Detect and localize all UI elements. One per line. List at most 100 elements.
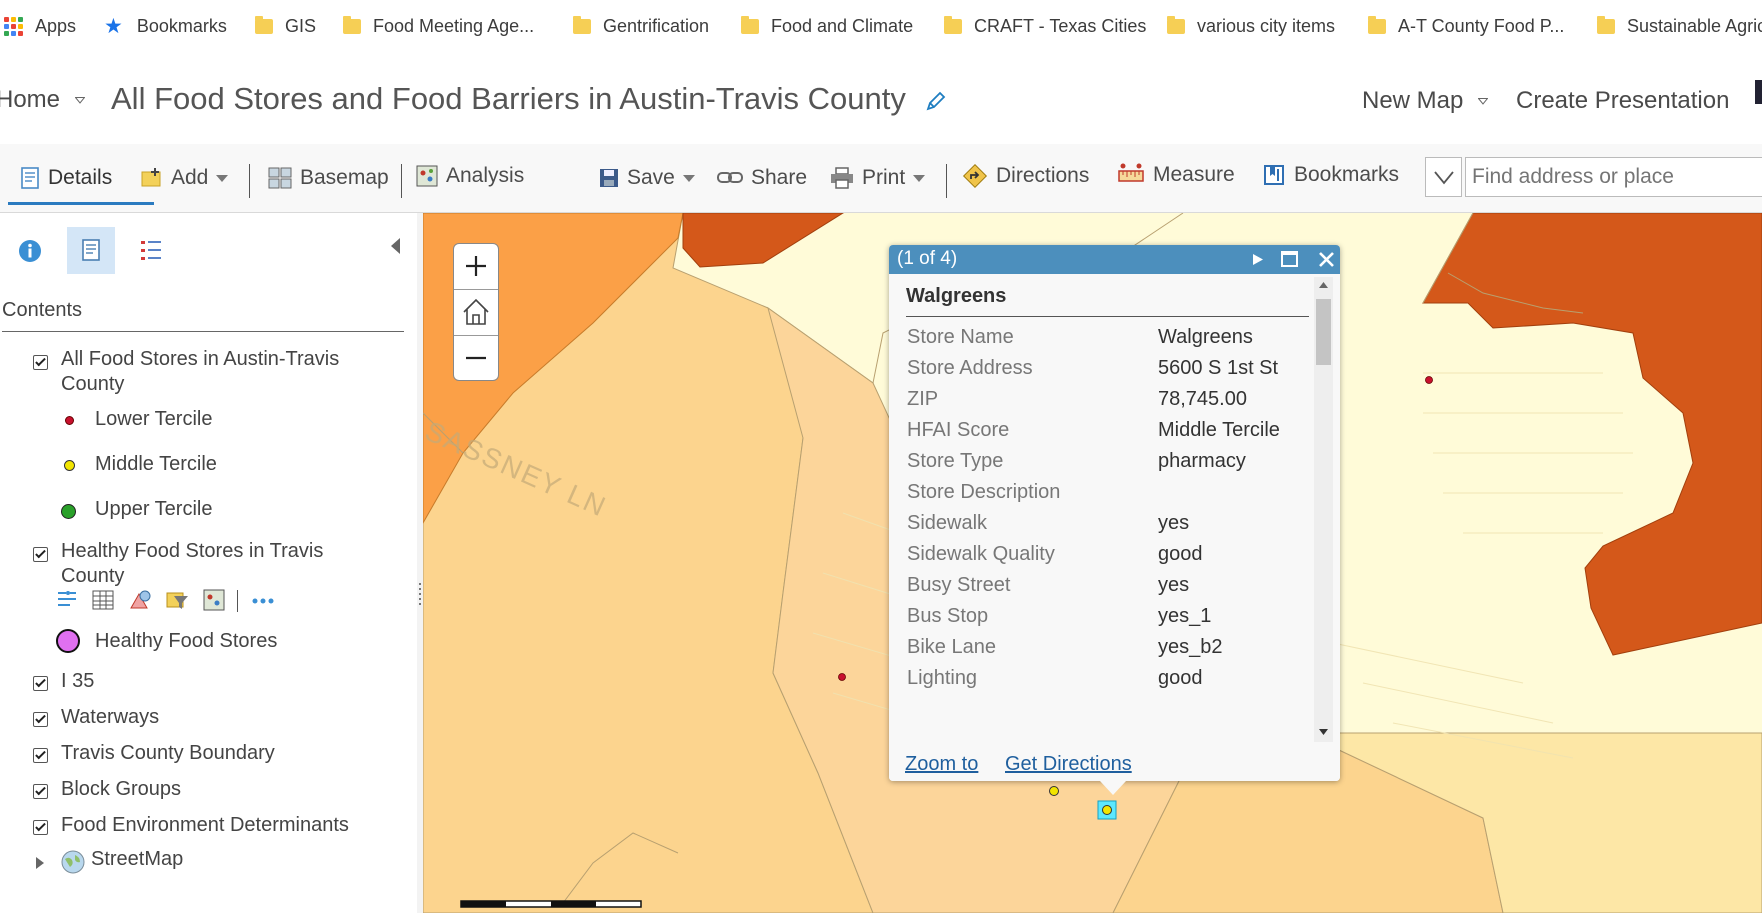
search-input[interactable] [1465,157,1762,197]
details-icon [21,167,39,189]
new-map-menu[interactable]: New Map [1362,87,1489,115]
create-presentation-link[interactable]: Create Presentation [1516,87,1729,115]
field-key: Sidewalk [907,512,988,534]
bookmark-folder-at-county[interactable]: A-T County Food P... [1368,14,1564,38]
field-value: good [1158,543,1203,565]
avatar[interactable] [1755,80,1762,104]
expand-arrow-icon[interactable] [35,856,45,870]
bookmark-folder-food-climate[interactable]: Food and Climate [741,14,913,38]
get-directions-link[interactable]: Get Directions [1005,753,1132,776]
layer-waterways[interactable]: Waterways [61,706,159,729]
bookmark-folder-sustainable[interactable]: Sustainable Agric [1597,14,1762,38]
toolbar-divider [401,164,402,198]
zoom-out-button[interactable] [454,336,498,380]
bookmark-bookmarks[interactable]: ★ Bookmarks [104,14,227,38]
content-tab[interactable] [67,227,115,274]
directions-icon [962,163,988,189]
print-button[interactable]: Print [830,164,926,192]
close-icon[interactable] [1318,251,1335,268]
layer-properties-icon[interactable] [56,590,78,610]
share-button[interactable]: Share [717,164,807,192]
layer-visibility-checkbox[interactable] [33,712,48,727]
layer-visibility-checkbox[interactable] [33,748,48,763]
about-info-icon[interactable] [18,239,42,263]
share-label: Share [751,166,808,189]
bookmarks-button[interactable]: Bookmarks [1262,161,1399,189]
save-icon [600,169,618,187]
layer-visibility-checkbox[interactable] [33,547,48,562]
next-feature-icon[interactable] [1252,253,1264,266]
layer-healthy-food-stores[interactable]: Healthy Food Stores in Travis County [61,539,381,589]
layer-visibility-checkbox[interactable] [33,355,48,370]
caret-down-icon [682,174,695,182]
zoom-in-button[interactable] [454,244,498,289]
caret-down-icon [216,174,229,182]
new-map-label: New Map [1362,87,1464,114]
basemap-button[interactable]: Basemap [268,164,389,192]
folder-icon [343,15,361,34]
zoom-to-link[interactable]: Zoom to [905,753,978,776]
plus-icon [466,256,486,276]
analysis-icon [416,165,438,187]
bookmark-apps[interactable]: Apps [4,14,76,38]
legend-swatch-upper [61,504,76,519]
layer-i35[interactable]: I 35 [61,670,94,693]
apps-icon [4,16,23,36]
layer-streetmap[interactable]: StreetMap [91,848,183,871]
directions-button[interactable]: Directions [962,162,1089,190]
default-extent-button[interactable] [454,290,498,335]
home-label: Home [0,86,61,113]
perform-analysis-icon[interactable] [203,589,225,611]
attribute-table-icon[interactable] [92,590,114,610]
toolbar-divider [249,164,250,198]
contents-heading: Contents [2,299,83,321]
measure-button[interactable]: Measure [1117,161,1235,189]
bookmark-folder-gentrification[interactable]: Gentrification [573,14,709,38]
save-button[interactable]: Save [599,164,695,192]
layer-all-food-stores[interactable]: All Food Stores in Austin-Travis County [61,347,381,397]
field-key: Store Address [907,357,1033,379]
scrollbar-thumb[interactable] [1316,299,1331,365]
layer-visibility-checkbox[interactable] [33,784,48,799]
bookmark-folder-craft[interactable]: CRAFT - Texas Cities [944,14,1146,38]
collapse-panel-icon[interactable] [389,237,401,255]
bookmark-folder-city-items[interactable]: various city items [1167,14,1335,38]
folder-icon [1368,15,1386,34]
layer-visibility-checkbox[interactable] [33,820,48,835]
details-button[interactable]: Details [20,164,112,192]
scroll-down-icon[interactable] [1318,728,1329,736]
measure-ruler-icon [1118,163,1144,182]
field-value: yes_b2 [1158,636,1223,658]
legend-icon[interactable] [140,239,162,263]
field-key: Store Type [907,450,1004,472]
analysis-label: Analysis [446,164,525,187]
field-value: yes [1158,574,1190,596]
home-menu[interactable]: Home [0,86,85,114]
add-button[interactable]: Add [141,164,229,192]
layer-travis-county-boundary[interactable]: Travis County Boundary [61,742,275,765]
layer-food-environment[interactable]: Food Environment Determinants [61,814,349,837]
filter-icon[interactable] [166,588,190,612]
analysis-button[interactable]: Analysis [416,162,524,190]
bookmark-folder-gis[interactable]: GIS [255,14,316,38]
star-icon: ★ [104,14,123,38]
more-options-icon[interactable] [252,598,274,604]
layer-tools-row [56,588,274,614]
field-key: Sidewalk Quality [907,543,1055,565]
bookmark-label: Apps [35,15,77,36]
bookmark-folder-food-meeting[interactable]: Food Meeting Age... [343,14,534,38]
search-dropdown-button[interactable] [1425,157,1462,197]
scroll-up-icon[interactable] [1318,281,1329,289]
popup-pointer [1100,781,1126,795]
popup-scrollbar[interactable] [1314,277,1333,742]
layer-visibility-checkbox[interactable] [33,676,48,691]
home-icon [463,298,489,325]
maximize-icon[interactable] [1281,251,1298,267]
change-style-icon[interactable] [129,588,153,612]
field-key: ZIP [907,388,939,410]
bookmark-label: Gentrification [603,15,710,36]
folder-icon [741,15,759,34]
layer-block-groups[interactable]: Block Groups [61,778,181,801]
edit-pencil-icon[interactable] [924,89,948,113]
field-value: 78,745.00 [1158,388,1247,410]
